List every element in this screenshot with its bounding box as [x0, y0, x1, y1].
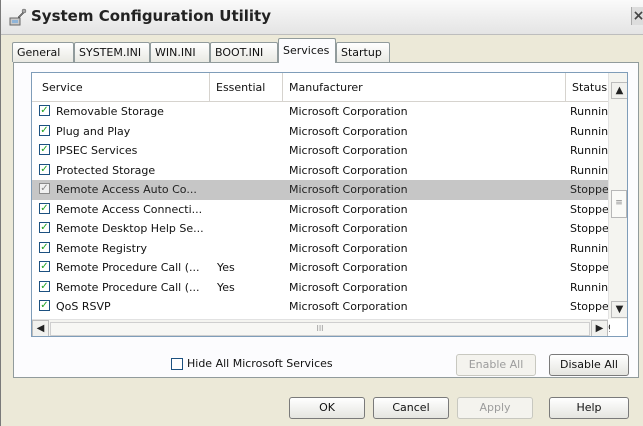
service-manufacturer: Microsoft Corporation [289, 222, 408, 235]
service-essential [217, 200, 277, 219]
service-manufacturer: Microsoft Corporation [289, 202, 408, 216]
close-button[interactable]: × [631, 7, 643, 25]
service-status: Running [570, 280, 610, 294]
service-status: Running [570, 241, 610, 255]
service-enabled-checkbox[interactable]: ✓ [39, 202, 50, 214]
hide-microsoft-services-checkbox[interactable] [171, 358, 183, 370]
scroll-left-button[interactable]: ◀ [32, 320, 49, 336]
tab-win-ini[interactable]: WIN.INI [150, 42, 210, 62]
service-name: Remote Access Connecti... [56, 202, 203, 216]
service-manufacturer: Microsoft Corporation [289, 261, 408, 274]
service-name: Remote Access Auto Co... [56, 183, 197, 196]
service-manufacturer: Microsoft Corporation [289, 280, 408, 294]
service-manufacturer: Microsoft Corporation [289, 124, 408, 138]
service-essential [217, 141, 277, 160]
service-manufacturer: Microsoft Corporation [289, 105, 408, 118]
service-manufacturer: Microsoft Corporation [289, 144, 408, 157]
service-enabled-checkbox[interactable]: ✓ [39, 163, 50, 175]
service-status: Stopped [570, 300, 610, 313]
service-status: Running [570, 124, 610, 138]
services-list[interactable]: Service Essential Manufacturer Status ✓ R… [31, 72, 628, 337]
service-enabled-checkbox[interactable]: ✓ [39, 222, 50, 233]
service-essential [217, 219, 277, 238]
enable-all-button[interactable]: Enable All [456, 354, 536, 376]
service-enabled-checkbox[interactable]: ✓ [39, 280, 50, 292]
service-status: Stopped [570, 222, 610, 235]
service-essential [217, 122, 277, 141]
column-header-manufacturer[interactable]: Manufacturer [283, 73, 566, 101]
service-enabled-checkbox[interactable]: ✓ [39, 183, 50, 194]
service-name: QoS RSVP [56, 300, 111, 313]
tab-system-ini[interactable]: SYSTEM.INI [74, 42, 150, 62]
service-manufacturer: Microsoft Corporation [289, 241, 408, 255]
service-enabled-checkbox[interactable]: ✓ [39, 261, 50, 272]
service-name: Remote Desktop Help Se... [56, 222, 204, 235]
service-row[interactable]: ✓ Remote Procedure Call (... Yes Microsoft … [32, 278, 610, 298]
service-essential [217, 180, 277, 199]
scroll-down-button[interactable]: ▼ [611, 301, 627, 318]
service-status: Stopped [570, 202, 610, 216]
service-essential: Yes [217, 280, 235, 294]
service-row[interactable]: ✓ Remote Access Auto Co... Microsoft Corpo… [32, 180, 610, 200]
tab-boot-ini[interactable]: BOOT.INI [210, 42, 278, 62]
service-row[interactable]: ✓ Remote Procedure Call (... Yes Microsoft … [32, 258, 610, 278]
service-row[interactable]: ✓ Protected Storage Microsoft Corporation R… [32, 161, 610, 181]
service-row[interactable]: ✓ Remote Registry Microsoft Corporation Run… [32, 239, 610, 259]
column-header-status[interactable]: Status [566, 73, 608, 101]
service-row[interactable]: ✓ Remote Access Connecti... Microsoft Corp… [32, 200, 610, 220]
tab-startup[interactable]: Startup [336, 42, 390, 62]
service-manufacturer: Microsoft Corporation [289, 183, 408, 196]
service-status: Running [570, 105, 610, 118]
help-button[interactable]: Help [549, 397, 629, 419]
service-row[interactable]: ✓ Removable Storage Microsoft Corporation R… [32, 102, 610, 122]
service-enabled-checkbox[interactable]: ✓ [39, 300, 50, 311]
service-row[interactable]: ✓ IPSEC Services Microsoft Corporation Runn… [32, 141, 610, 161]
disable-all-button[interactable]: Disable All [549, 354, 629, 376]
ok-button[interactable]: OK [289, 397, 365, 419]
service-essential [217, 239, 277, 258]
horizontal-scrollbar[interactable]: ◀ III ▶ [32, 319, 608, 336]
service-enabled-checkbox[interactable]: ✓ [39, 144, 50, 155]
service-name: Remote Procedure Call (... [56, 261, 200, 274]
service-status: Stopped [570, 183, 610, 196]
service-row[interactable]: ✓ Plug and Play Microsoft Corporation Runni… [32, 122, 610, 142]
tab-general[interactable]: General [12, 42, 74, 62]
service-name: IPSEC Services [56, 144, 138, 157]
service-name: Remote Registry [56, 241, 147, 255]
service-manufacturer: Microsoft Corporation [289, 300, 408, 313]
cancel-button[interactable]: Cancel [373, 397, 449, 419]
column-header-row: Service Essential Manufacturer Status [32, 73, 608, 102]
service-essential [217, 161, 277, 180]
service-row[interactable]: ✓ QoS RSVP Microsoft Corporation Stopped [32, 297, 610, 317]
service-enabled-checkbox[interactable]: ✓ [39, 105, 50, 116]
service-essential: Yes [217, 261, 235, 274]
apply-button[interactable]: Apply [457, 397, 533, 419]
vertical-scroll-thumb[interactable]: ≡ [611, 190, 627, 218]
tab-services[interactable]: Services [278, 38, 336, 63]
msconfig-app-icon [9, 8, 27, 26]
scroll-right-button[interactable]: ▶ [591, 320, 608, 336]
hide-microsoft-services-label[interactable]: Hide All Microsoft Services [187, 357, 333, 370]
service-essential [217, 102, 277, 121]
window-title: System Configuration Utility [31, 7, 271, 25]
column-header-service[interactable]: Service [32, 73, 210, 101]
system-configuration-window: System Configuration Utility × General S… [0, 0, 643, 426]
service-name: Remote Procedure Call (... [56, 280, 200, 294]
service-status: Running [570, 163, 610, 177]
service-status: Stopped [570, 261, 610, 274]
service-row[interactable]: ✓ Remote Desktop Help Se... Microsoft Corp… [32, 219, 610, 239]
title-bar[interactable]: System Configuration Utility × [1, 0, 643, 35]
service-essential [217, 297, 277, 316]
service-name: Removable Storage [56, 105, 164, 118]
service-status: Running [570, 144, 610, 157]
service-enabled-checkbox[interactable]: ✓ [39, 241, 50, 253]
service-manufacturer: Microsoft Corporation [289, 163, 408, 177]
vertical-scrollbar[interactable]: ▲ ≡ ▼ [608, 73, 627, 319]
service-enabled-checkbox[interactable]: ✓ [39, 124, 50, 136]
column-header-essential[interactable]: Essential [210, 73, 283, 101]
scroll-up-button[interactable]: ▲ [611, 82, 627, 99]
service-name: Protected Storage [56, 163, 156, 177]
horizontal-scroll-thumb[interactable]: III [50, 322, 590, 336]
service-name: Plug and Play [56, 124, 131, 138]
